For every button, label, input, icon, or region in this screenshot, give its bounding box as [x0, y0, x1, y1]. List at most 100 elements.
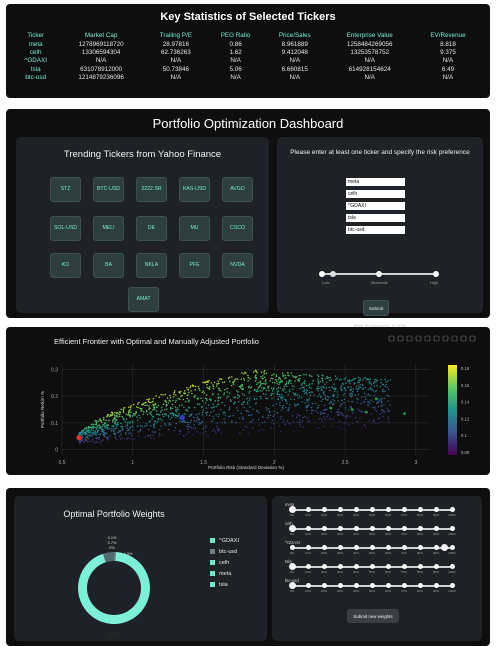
portfolio-point [351, 393, 354, 395]
ticker-button[interactable]: CSCO [222, 216, 253, 241]
portfolio-point [258, 411, 260, 414]
plotly-logo-icon[interactable] [469, 335, 476, 342]
portfolio-point [358, 385, 360, 387]
slider-mark-label: 30% [336, 589, 343, 593]
portfolio-point [180, 390, 182, 393]
ticker-input[interactable] [346, 202, 405, 210]
weight-slider[interactable] [289, 506, 455, 513]
ticker-button[interactable]: 2222.SR [136, 177, 167, 202]
ticker-button[interactable]: MELI [93, 216, 124, 241]
portfolio-point [217, 393, 219, 395]
legend-item[interactable]: btc-usd [210, 549, 237, 555]
portfolio-point [190, 385, 192, 387]
table-row: btc-usd 1214879236096 N/A N/A N/A N/A N/A [14, 73, 482, 81]
portfolio-point [113, 432, 115, 435]
weight-slider[interactable] [289, 563, 455, 570]
legend-item[interactable]: tsla [210, 582, 228, 588]
ticker-button[interactable]: AVGO [222, 177, 253, 202]
weights-donut-chart[interactable]: 0.1%0.7%0% 94.3% 4.9% [14, 496, 267, 641]
portfolio-point [173, 396, 175, 398]
portfolio-point [171, 412, 174, 414]
risk-slider-handle[interactable] [330, 271, 336, 277]
ticker-input[interactable] [346, 190, 405, 198]
submit-button[interactable]: Submit [363, 300, 389, 316]
weight-slider[interactable] [290, 544, 455, 551]
weight-slider-handle[interactable] [289, 506, 296, 513]
ticker-button[interactable]: SOL-USD [50, 216, 81, 241]
weight-slider-handle[interactable] [289, 582, 296, 589]
portfolio-point [382, 390, 385, 393]
camera-icon[interactable] [388, 335, 395, 342]
portfolio-point [378, 417, 381, 419]
zoom-in-icon[interactable] [433, 335, 440, 342]
column-header: Trailing P/E [159, 32, 193, 39]
portfolio-point [155, 395, 157, 397]
portfolio-point [367, 403, 369, 406]
portfolio-point [105, 436, 108, 439]
risk-label-high: High [430, 280, 439, 285]
portfolio-point [362, 379, 364, 381]
ticker-button[interactable]: STZ [50, 177, 81, 202]
ticker-button[interactable]: DE [136, 216, 167, 241]
portfolio-point [281, 394, 283, 396]
ticker-button[interactable]: NKLA [136, 253, 167, 278]
slider-mark-label: 10% [304, 513, 311, 517]
portfolio-point [303, 381, 305, 384]
ticker-button[interactable]: KAS-USD [179, 177, 210, 202]
weight-slider[interactable] [289, 582, 455, 589]
weight-slider[interactable] [289, 525, 455, 532]
portfolio-point [191, 384, 194, 386]
risk-slider[interactable] [319, 271, 439, 277]
efficient-frontier-chart[interactable]: Efficient Frontier with Optimal and Manu… [6, 327, 490, 475]
ticker-button[interactable]: KO [50, 253, 81, 278]
portfolio-point [255, 377, 257, 380]
portfolio-point [251, 427, 254, 429]
ticker-button[interactable]: AMAT [128, 287, 159, 312]
portfolio-point [173, 391, 175, 394]
portfolio-point [125, 413, 128, 415]
donut-slice[interactable] [78, 552, 150, 624]
ticker-button[interactable]: MU [179, 216, 210, 241]
ticker-button[interactable]: NVDA [222, 253, 253, 278]
portfolio-point [194, 389, 196, 391]
weight-slider-handle[interactable] [289, 525, 296, 532]
lasso-icon[interactable] [424, 335, 431, 342]
portfolio-point [169, 408, 172, 410]
portfolio-point [359, 379, 361, 382]
legend-item[interactable]: ^GDAXI [210, 538, 239, 544]
portfolio-point [338, 425, 340, 428]
zoom-out-icon[interactable] [442, 335, 449, 342]
ticker-input[interactable] [346, 214, 405, 222]
ticker-button[interactable]: PFE [179, 253, 210, 278]
weight-slider-handle[interactable] [441, 544, 448, 551]
ticker-input[interactable] [346, 226, 405, 234]
portfolio-point [284, 400, 287, 402]
ticker-input[interactable] [346, 178, 405, 186]
portfolio-point [306, 409, 308, 412]
portfolio-point [376, 401, 379, 404]
ticker-button[interactable]: BTC-USD [93, 177, 124, 202]
portfolio-point [136, 403, 139, 405]
pan-icon[interactable] [406, 335, 413, 342]
weight-slider-handle[interactable] [289, 563, 296, 570]
slider-mark-label: 100% [448, 513, 456, 517]
slider-step-dot [386, 507, 391, 512]
ticker-button[interactable]: BA [93, 253, 124, 278]
portfolio-point [364, 426, 367, 428]
portfolio-point [204, 401, 207, 404]
portfolio-point [192, 427, 195, 429]
portfolio-point [198, 412, 200, 415]
box-select-icon[interactable] [415, 335, 422, 342]
portfolio-point [247, 410, 250, 413]
portfolio-point [154, 408, 156, 410]
autoscale-icon[interactable] [451, 335, 458, 342]
legend-item[interactable]: meta [210, 571, 231, 577]
portfolio-point [129, 420, 131, 423]
legend-item[interactable]: celh [210, 560, 229, 566]
portfolio-point [238, 400, 240, 403]
reset-axes-icon[interactable] [460, 335, 467, 342]
portfolio-point [194, 427, 197, 430]
portfolio-point [122, 428, 124, 431]
submit-new-weights-button[interactable]: Submit new weights [347, 609, 399, 623]
zoom-icon[interactable] [397, 335, 404, 342]
